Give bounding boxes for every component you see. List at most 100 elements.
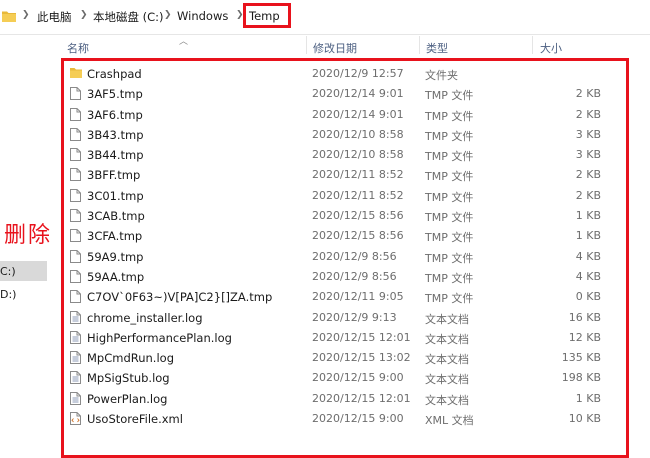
file-size: 16 KB — [568, 310, 601, 324]
file-modified-date: 2020/12/14 9:01 — [312, 107, 404, 121]
file-size: 2 KB — [575, 87, 601, 101]
file-name: 59AA.tmp — [87, 269, 145, 284]
breadcrumb-separator-icon[interactable]: ❯ — [22, 10, 30, 20]
file-name: MpCmdRun.log — [87, 351, 174, 366]
file-row[interactable]: PowerPlan.log 2020/12/15 12:01 文本文档 1 KB — [64, 389, 626, 409]
file-modified-date: 2020/12/9 12:57 — [312, 67, 404, 80]
file-name: 3BFF.tmp — [87, 168, 141, 183]
file-modified-date: 2020/12/15 9:00 — [312, 371, 404, 385]
file-name: chrome_installer.log — [87, 310, 203, 325]
file-icon — [70, 127, 81, 144]
file-name: 3B43.tmp — [87, 127, 144, 142]
file-type: 文本文档 — [425, 332, 469, 346]
file-modified-date: 2020/12/10 8:58 — [312, 148, 404, 162]
column-divider[interactable] — [419, 36, 420, 54]
text-file-icon — [70, 391, 81, 408]
file-size: 0 KB — [575, 290, 601, 304]
file-icon — [70, 269, 81, 286]
breadcrumb-local-disk-c[interactable]: 本地磁盘 (C:) — [93, 9, 164, 25]
folder-icon — [70, 67, 82, 81]
text-file-icon — [70, 330, 81, 347]
file-name: UsoStoreFile.xml — [87, 412, 183, 427]
file-row[interactable]: chrome_installer.log 2020/12/9 9:13 文本文档 16… — [64, 308, 626, 328]
file-modified-date: 2020/12/11 8:52 — [312, 168, 404, 182]
column-date[interactable]: 修改日期 — [313, 40, 357, 56]
file-row[interactable]: C7OV`0F63~)V[PA]C2}[]ZA.tmp 2020/12/11 9:… — [64, 287, 626, 307]
file-row[interactable]: 3CFA.tmp 2020/12/15 8:56 TMP 文件 1 KB — [64, 226, 626, 246]
file-name: 3AF5.tmp — [87, 87, 143, 102]
file-name: 3AF6.tmp — [87, 107, 143, 122]
file-name: 3CFA.tmp — [87, 229, 143, 244]
file-row[interactable]: UsoStoreFile.xml 2020/12/15 9:00 XML 文档 10 … — [64, 409, 626, 429]
file-row[interactable]: 3AF6.tmp 2020/12/14 9:01 TMP 文件 2 KB — [64, 105, 626, 125]
file-modified-date: 2020/12/15 8:56 — [312, 209, 404, 223]
file-modified-date: 2020/12/15 8:56 — [312, 229, 404, 243]
file-modified-date: 2020/12/15 12:01 — [312, 330, 411, 344]
file-row[interactable]: 3CAB.tmp 2020/12/15 8:56 TMP 文件 1 KB — [64, 206, 626, 226]
file-row[interactable]: 59AA.tmp 2020/12/9 8:56 TMP 文件 4 KB — [64, 267, 626, 287]
file-icon — [70, 148, 81, 164]
file-modified-date: 2020/12/9 9:13 — [312, 310, 397, 324]
nav-item-drive-c[interactable]: C:) — [0, 261, 47, 281]
file-size: 2 KB — [575, 107, 601, 121]
file-type: 文本文档 — [425, 312, 469, 326]
file-row[interactable]: 3B43.tmp 2020/12/10 8:58 TMP 文件 3 KB — [64, 125, 626, 145]
address-bar[interactable]: ❯ 此电脑 ❯ 本地磁盘 (C:) ❯ Windows ❯ Temp — [0, 0, 650, 35]
file-size: 3 KB — [575, 148, 601, 162]
file-type: TMP 文件 — [425, 190, 474, 204]
breadcrumb-separator-icon[interactable]: ❯ — [80, 10, 88, 20]
breadcrumb-temp[interactable]: Temp — [249, 9, 280, 23]
file-row[interactable]: 3B44.tmp 2020/12/10 8:58 TMP 文件 3 KB — [64, 145, 626, 165]
file-modified-date: 2020/12/14 9:01 — [312, 87, 404, 101]
file-size: 198 KB — [561, 371, 601, 385]
column-name[interactable]: 名称 — [67, 40, 89, 56]
file-modified-date: 2020/12/15 12:01 — [312, 391, 411, 405]
column-divider[interactable] — [306, 36, 307, 54]
file-row[interactable]: 3C01.tmp 2020/12/11 8:52 TMP 文件 2 KB — [64, 186, 626, 206]
column-divider[interactable] — [532, 36, 533, 54]
file-row[interactable]: 3BFF.tmp 2020/12/11 8:52 TMP 文件 2 KB — [64, 165, 626, 185]
text-file-icon — [70, 351, 81, 367]
column-type[interactable]: 类型 — [426, 40, 448, 56]
file-modified-date: 2020/12/15 13:02 — [312, 351, 411, 365]
nav-item-drive-d[interactable]: D:) — [0, 284, 47, 304]
file-size: 2 KB — [575, 168, 601, 182]
file-row[interactable]: Crashpad 2020/12/9 12:57 文件夹 — [64, 64, 626, 84]
file-name: C7OV`0F63~)V[PA]C2}[]ZA.tmp — [87, 290, 273, 305]
file-name: HighPerformancePlan.log — [87, 330, 232, 345]
file-modified-date: 2020/12/11 8:52 — [312, 188, 404, 202]
file-modified-date: 2020/12/15 9:00 — [312, 412, 404, 426]
file-size: 2 KB — [575, 188, 601, 202]
breadcrumb-this-pc[interactable]: 此电脑 — [37, 9, 72, 25]
file-name: 3C01.tmp — [87, 188, 144, 203]
file-type: TMP 文件 — [425, 211, 474, 225]
sort-ascending-icon: ︿ — [179, 37, 189, 47]
file-size: 1 KB — [575, 229, 601, 243]
file-name: MpSigStub.log — [87, 371, 170, 386]
text-file-icon — [70, 371, 81, 387]
file-icon — [70, 107, 81, 124]
file-type: TMP 文件 — [425, 292, 474, 306]
breadcrumb-separator-icon[interactable]: ❯ — [164, 10, 172, 20]
file-icon — [70, 168, 81, 184]
folder-icon — [2, 10, 16, 25]
file-row[interactable]: MpCmdRun.log 2020/12/15 13:02 文本文档 135 KB — [64, 348, 626, 368]
file-type: 文本文档 — [425, 393, 469, 407]
file-name: 3B44.tmp — [87, 148, 144, 163]
file-icon — [70, 229, 81, 245]
xml-file-icon — [70, 412, 81, 428]
file-row[interactable]: MpSigStub.log 2020/12/15 9:00 文本文档 198 KB — [64, 368, 626, 388]
column-size[interactable]: 大小 — [540, 40, 562, 56]
breadcrumb-windows[interactable]: Windows — [177, 9, 228, 23]
file-row[interactable]: 59A9.tmp 2020/12/9 8:56 TMP 文件 4 KB — [64, 247, 626, 267]
file-type: TMP 文件 — [425, 170, 474, 184]
file-name: PowerPlan.log — [87, 391, 168, 406]
file-size: 1 KB — [575, 209, 601, 223]
file-type: TMP 文件 — [425, 129, 474, 143]
text-file-icon — [70, 310, 81, 327]
file-row[interactable]: HighPerformancePlan.log 2020/12/15 12:01 文… — [64, 328, 626, 348]
file-type: TMP 文件 — [425, 251, 474, 265]
file-type: TMP 文件 — [425, 109, 474, 123]
file-icon — [70, 87, 81, 103]
file-row[interactable]: 3AF5.tmp 2020/12/14 9:01 TMP 文件 2 KB — [64, 84, 626, 104]
